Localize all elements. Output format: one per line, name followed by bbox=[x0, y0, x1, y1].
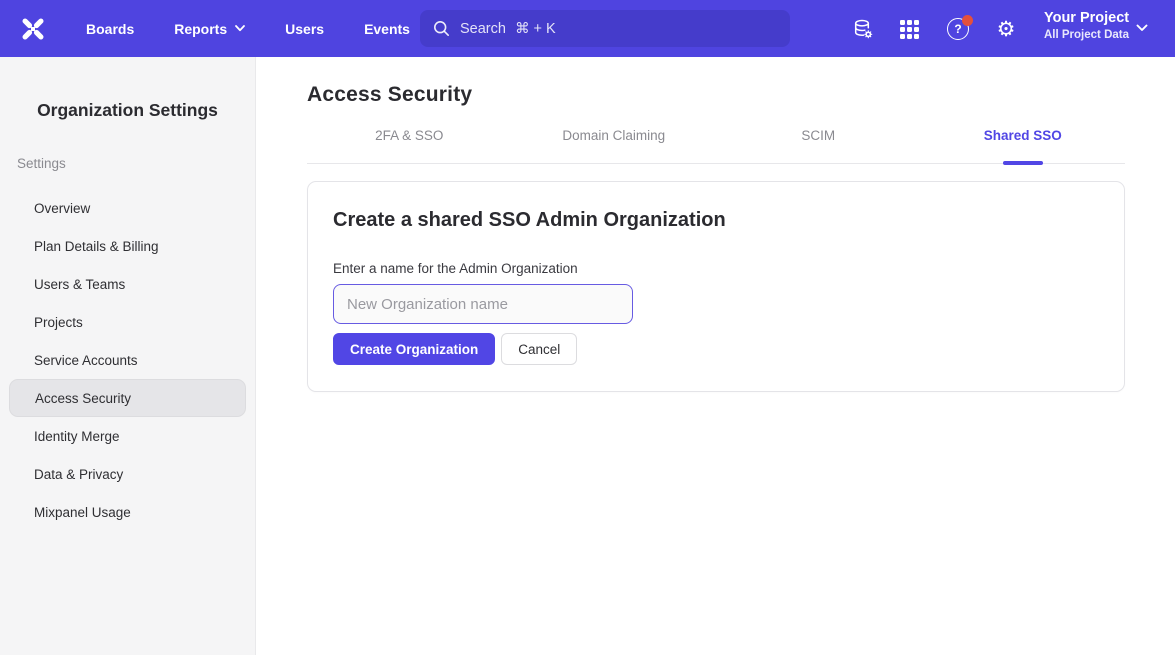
sidebar-item-data-privacy[interactable]: Data & Privacy bbox=[0, 455, 255, 493]
card-heading: Create a shared SSO Admin Organization bbox=[333, 209, 1099, 232]
sidebar-item-mixpanel-usage[interactable]: Mixpanel Usage bbox=[0, 493, 255, 531]
tab-domain-claiming[interactable]: Domain Claiming bbox=[512, 128, 717, 163]
tab-2fa-sso[interactable]: 2FA & SSO bbox=[307, 128, 512, 163]
nav-links: Boards Reports Users Events bbox=[86, 0, 450, 57]
page-title: Access Security bbox=[307, 83, 1175, 107]
sidebar-section-label: Settings bbox=[17, 156, 255, 171]
data-management-icon[interactable] bbox=[851, 17, 875, 41]
sidebar-item-plan-details-billing[interactable]: Plan Details & Billing bbox=[0, 227, 255, 265]
sidebar-item-overview[interactable]: Overview bbox=[0, 189, 255, 227]
nav-item-label: Users bbox=[285, 21, 324, 37]
search-shortcut: ⌘ + K bbox=[515, 21, 556, 37]
sidebar-title: Organization Settings bbox=[0, 100, 255, 121]
create-sso-org-card: Create a shared SSO Admin Organization E… bbox=[307, 181, 1125, 392]
main-content: Access Security 2FA & SSO Domain Claimin… bbox=[256, 57, 1175, 655]
settings-gear-icon[interactable]: ⚙ bbox=[994, 17, 1018, 41]
sidebar-item-users-teams[interactable]: Users & Teams bbox=[0, 265, 255, 303]
nav-item-label: Reports bbox=[174, 21, 227, 37]
org-name-input[interactable] bbox=[333, 284, 633, 324]
nav-item-events[interactable]: Events bbox=[364, 21, 410, 37]
notification-dot bbox=[962, 15, 973, 26]
cancel-button[interactable]: Cancel bbox=[501, 333, 577, 365]
project-selector[interactable]: Your Project All Project Data bbox=[1044, 9, 1129, 41]
apps-grid-icon[interactable] bbox=[897, 17, 921, 41]
question-mark: ? bbox=[954, 22, 961, 36]
button-row: Create Organization Cancel bbox=[333, 333, 1099, 365]
nav-item-label: Boards bbox=[86, 21, 134, 37]
org-settings-sidebar: Organization Settings Settings Overview … bbox=[0, 57, 256, 655]
project-scope: All Project Data bbox=[1044, 29, 1129, 41]
sidebar-item-identity-merge[interactable]: Identity Merge bbox=[0, 417, 255, 455]
apps-grid-glyph bbox=[900, 20, 919, 39]
tab-bar: 2FA & SSO Domain Claiming SCIM Shared SS… bbox=[307, 128, 1125, 164]
org-name-field-label: Enter a name for the Admin Organization bbox=[333, 261, 1099, 276]
nav-item-users[interactable]: Users bbox=[285, 21, 324, 37]
mixpanel-logo-icon[interactable] bbox=[17, 13, 48, 44]
project-chevron-down-icon[interactable] bbox=[1136, 24, 1148, 32]
nav-item-reports[interactable]: Reports bbox=[174, 21, 245, 37]
help-icon[interactable]: ? bbox=[946, 17, 970, 41]
create-organization-button[interactable]: Create Organization bbox=[333, 333, 495, 365]
search-input[interactable]: Search ⌘ + K bbox=[420, 10, 790, 47]
sidebar-item-access-security[interactable]: Access Security bbox=[9, 379, 246, 417]
chevron-down-icon bbox=[235, 25, 245, 32]
tab-shared-sso[interactable]: Shared SSO bbox=[921, 128, 1126, 163]
tab-scim[interactable]: SCIM bbox=[716, 128, 921, 163]
help-glyph: ? bbox=[947, 18, 969, 40]
search-icon bbox=[433, 20, 450, 37]
nav-item-boards[interactable]: Boards bbox=[86, 21, 134, 37]
logo-glyph bbox=[18, 14, 48, 44]
project-name: Your Project bbox=[1044, 9, 1129, 29]
sidebar-list: Overview Plan Details & Billing Users & … bbox=[0, 189, 255, 531]
top-nav: Boards Reports Users Events Search ⌘ + K bbox=[0, 0, 1175, 57]
sidebar-item-service-accounts[interactable]: Service Accounts bbox=[0, 341, 255, 379]
sidebar-item-projects[interactable]: Projects bbox=[0, 303, 255, 341]
gear-glyph: ⚙ bbox=[997, 19, 1016, 40]
search-placeholder: Search bbox=[460, 21, 506, 37]
nav-item-label: Events bbox=[364, 21, 410, 37]
